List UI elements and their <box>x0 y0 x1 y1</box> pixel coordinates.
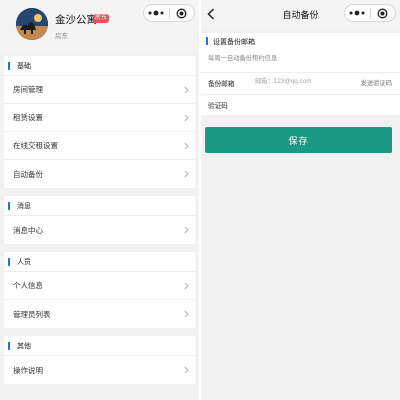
menu-item-label: 个人信息 <box>13 281 43 290</box>
section-title: 消息 <box>17 202 31 210</box>
card-description: 每周一自动备份租约信息 <box>208 55 278 62</box>
chevron-right-icon <box>184 282 189 290</box>
accent-bar <box>8 62 10 70</box>
code-label: 验证码 <box>208 103 228 110</box>
section-title: 其他 <box>17 342 31 350</box>
more-dots-icon[interactable] <box>345 5 370 21</box>
auto-backup-screen: 自动备份 设置备份邮箱 每周一自动备份租约信息 备份邮箱 发送验证码 验证码 保… <box>201 0 400 400</box>
email-label: 备份邮箱 <box>208 81 235 88</box>
avatar[interactable] <box>16 8 48 40</box>
menu-item-online-rent-settings[interactable]: 在线交租设置 <box>4 132 195 160</box>
target-circle-icon[interactable] <box>170 5 195 21</box>
chevron-right-icon <box>184 226 189 234</box>
role-badge: 房东 <box>93 14 110 23</box>
settings-screen: 金沙公寓 房东 房东 基础 房间管理 租赁设置 在线交租设置 自动备份 消息 消… <box>0 0 199 400</box>
chevron-right-icon <box>184 142 189 150</box>
menu-item-auto-backup[interactable]: 自动备份 <box>4 160 195 188</box>
menu-item-instructions[interactable]: 操作说明 <box>4 356 195 384</box>
chevron-right-icon <box>184 114 189 122</box>
menu-item-label: 在线交租设置 <box>13 141 58 150</box>
menu-item-label: 房间管理 <box>13 85 43 94</box>
menu-item-rental-settings[interactable]: 租赁设置 <box>4 104 195 132</box>
menu-item-room-management[interactable]: 房间管理 <box>4 76 195 104</box>
section-title: 基础 <box>17 62 31 70</box>
menu-item-message-center[interactable]: 消息中心 <box>4 216 195 244</box>
section-header: 消息 <box>4 196 195 216</box>
accent-bar <box>206 37 208 45</box>
accent-bar <box>8 258 10 266</box>
card-header: 设置备份邮箱 <box>201 33 400 49</box>
more-dots-icon[interactable] <box>144 5 169 21</box>
section-personnel: 人员 个人信息 管理员列表 <box>4 252 195 328</box>
section-basic: 基础 房间管理 租赁设置 在线交租设置 自动备份 <box>4 56 195 188</box>
profile-header: 金沙公寓 房东 房东 <box>0 0 199 52</box>
code-input[interactable] <box>255 97 345 110</box>
accent-bar <box>8 342 10 350</box>
avatar-image-icon <box>16 8 48 40</box>
chevron-right-icon <box>184 310 189 318</box>
chevron-right-icon <box>184 86 189 94</box>
accent-bar <box>8 202 10 210</box>
chevron-right-icon <box>184 170 189 178</box>
menu-item-admin-list[interactable]: 管理员列表 <box>4 300 195 328</box>
menu-item-label: 租赁设置 <box>13 113 43 122</box>
chevron-right-icon <box>184 366 189 374</box>
mini-program-capsule <box>143 4 195 22</box>
email-input[interactable] <box>255 75 345 88</box>
section-header: 基础 <box>4 56 195 76</box>
email-row: 备份邮箱 发送验证码 <box>201 72 400 90</box>
backup-email-card: 设置备份邮箱 每周一自动备份租约信息 备份邮箱 发送验证码 验证码 <box>201 33 400 115</box>
section-other: 其他 操作说明 <box>4 336 195 384</box>
card-title: 设置备份邮箱 <box>213 39 255 46</box>
section-header: 其他 <box>4 336 195 356</box>
section-header: 人员 <box>4 252 195 272</box>
save-button[interactable]: 保存 <box>205 127 392 153</box>
send-code-button[interactable]: 发送验证码 <box>361 78 392 87</box>
menu-item-personal-info[interactable]: 个人信息 <box>4 272 195 300</box>
menu-item-label: 操作说明 <box>13 365 43 375</box>
menu-item-label: 自动备份 <box>13 169 43 179</box>
menu-item-label: 消息中心 <box>13 225 43 235</box>
profile-name: 金沙公寓 <box>55 14 97 26</box>
navigation-bar: 自动备份 <box>201 0 400 27</box>
mini-program-capsule <box>344 4 396 22</box>
code-row: 验证码 <box>201 94 400 112</box>
section-messages: 消息 消息中心 <box>4 196 195 244</box>
section-title: 人员 <box>17 258 31 266</box>
target-circle-icon[interactable] <box>371 5 396 21</box>
profile-role: 房东 <box>55 33 68 40</box>
menu-item-label: 管理员列表 <box>13 309 51 319</box>
